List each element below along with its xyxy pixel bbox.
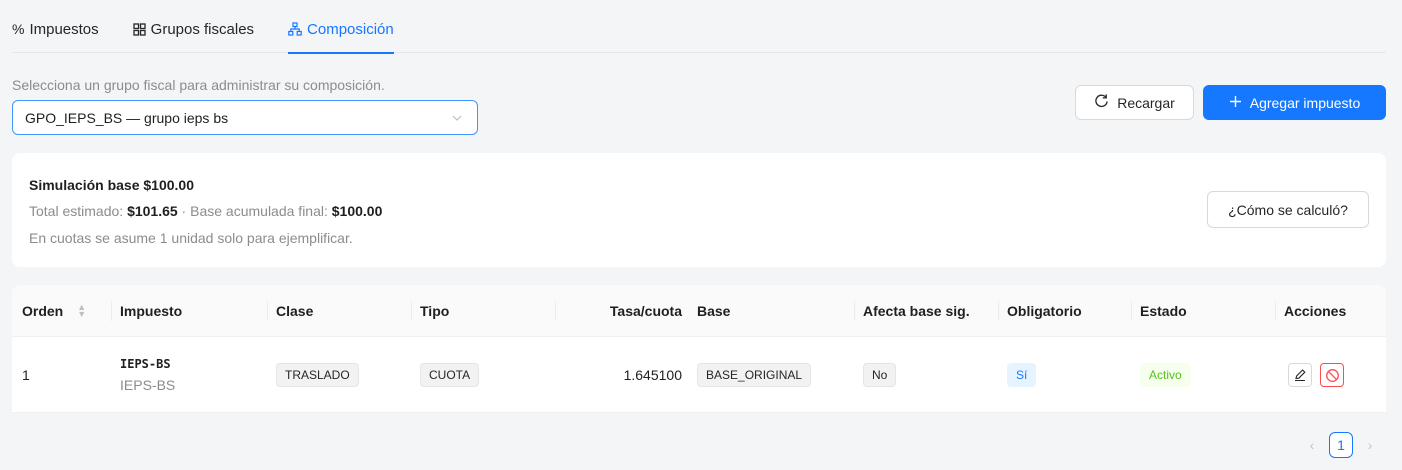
reload-button[interactable]: Recargar [1075, 85, 1194, 120]
sort-icon[interactable]: ▲ ▼ [77, 303, 86, 319]
table-row: 1 IEPS-BS IEPS-BS TRASLADO CUOTA 1.64510… [12, 337, 1386, 413]
block-icon [1325, 368, 1339, 382]
disable-button[interactable] [1320, 363, 1344, 387]
tab-label: Impuestos [29, 20, 99, 38]
total-label: Total estimado: [29, 203, 128, 219]
pagination: ‹ 1 › [1300, 432, 1382, 458]
grid-icon [133, 22, 146, 36]
simulation-totals: Total estimado: $101.65 · Base acumulada… [29, 203, 382, 219]
header-afecta: Afecta base sig. [854, 285, 970, 337]
tab-label: Grupos fiscales [150, 20, 255, 38]
composition-table: Orden ▲ ▼ Impuesto Clase Tipo Tasa/cuota … [12, 285, 1386, 413]
hierarchy-icon [288, 22, 302, 36]
status-badge: Activo [1140, 363, 1191, 387]
cell-clase: TRASLADO [276, 337, 359, 413]
add-tax-button[interactable]: Agregar impuesto [1203, 85, 1386, 120]
tab-bar: % Impuestos Grupos fiscales Composición [12, 6, 1386, 54]
base-tag: BASE_ORIGINAL [697, 363, 812, 387]
tax-name: IEPS-BS [120, 377, 176, 393]
base-label: Base acumulada final: [190, 203, 332, 219]
header-impuesto: Impuesto [110, 285, 182, 337]
tab-impuestos[interactable]: % Impuestos [12, 6, 99, 53]
next-page-icon[interactable]: › [1358, 433, 1382, 457]
type-tag: CUOTA [420, 363, 480, 387]
simulation-card: Simulación base $100.00 Total estimado: … [12, 153, 1386, 267]
header-tipo: Tipo [410, 285, 449, 337]
group-select[interactable]: GPO_IEPS_BS — grupo ieps bs [12, 100, 478, 135]
chevron-down-icon [451, 111, 463, 127]
totals-separator: · [177, 203, 191, 219]
cell-impuesto: IEPS-BS IEPS-BS [120, 337, 175, 413]
tab-grupos-fiscales[interactable]: Grupos fiscales [133, 6, 254, 53]
header-base: Base [697, 303, 731, 319]
header-orden[interactable]: Orden ▲ ▼ [22, 285, 86, 337]
cell-orden: 1 [22, 367, 30, 383]
cell-estado: Activo [1140, 337, 1191, 413]
group-select-value: GPO_IEPS_BS — grupo ieps bs [25, 109, 229, 126]
percent-icon: % [12, 21, 25, 37]
header-acciones: Acciones [1274, 285, 1346, 337]
reload-icon [1094, 93, 1109, 113]
cell-tipo: CUOTA [420, 337, 480, 413]
cell-acciones [1280, 337, 1344, 413]
plus-icon [1229, 92, 1242, 113]
edit-icon [1295, 369, 1306, 382]
header-clase: Clase [266, 285, 313, 337]
group-select-hint: Selecciona un grupo fiscal para administ… [12, 77, 385, 93]
header-label: Orden [22, 303, 64, 319]
edit-button[interactable] [1288, 363, 1312, 387]
tab-label: Composición [307, 20, 394, 38]
simulation-title: Simulación base $100.00 [29, 177, 194, 193]
header-obligatorio: Obligatorio [998, 285, 1082, 337]
page-number[interactable]: 1 [1329, 432, 1353, 458]
header-estado: Estado [1131, 285, 1187, 337]
affects-base-tag: No [863, 363, 897, 387]
cell-base: BASE_ORIGINAL [697, 337, 812, 413]
cell-afecta: No [863, 337, 897, 413]
required-tag: Sí [1007, 363, 1037, 387]
cell-tasa: 1.645100 [623, 367, 682, 383]
table-header: Orden ▲ ▼ Impuesto Clase Tipo Tasa/cuota … [12, 285, 1386, 337]
total-value: $101.65 [127, 203, 178, 219]
simulation-note: En cuotas se asume 1 unidad solo para ej… [29, 230, 353, 246]
base-value: $100.00 [331, 203, 383, 219]
header-tasa: Tasa/cuota [555, 285, 682, 337]
how-calculated-button[interactable]: ¿Cómo se calculó? [1207, 191, 1369, 228]
add-tax-label: Agregar impuesto [1249, 94, 1361, 111]
class-tag: TRASLADO [276, 363, 359, 387]
tax-code: IEPS-BS [120, 357, 171, 371]
reload-label: Recargar [1117, 94, 1175, 111]
cell-obligatorio: Sí [1007, 337, 1037, 413]
prev-page-icon[interactable]: ‹ [1300, 433, 1324, 457]
tab-composicion[interactable]: Composición [288, 6, 394, 54]
